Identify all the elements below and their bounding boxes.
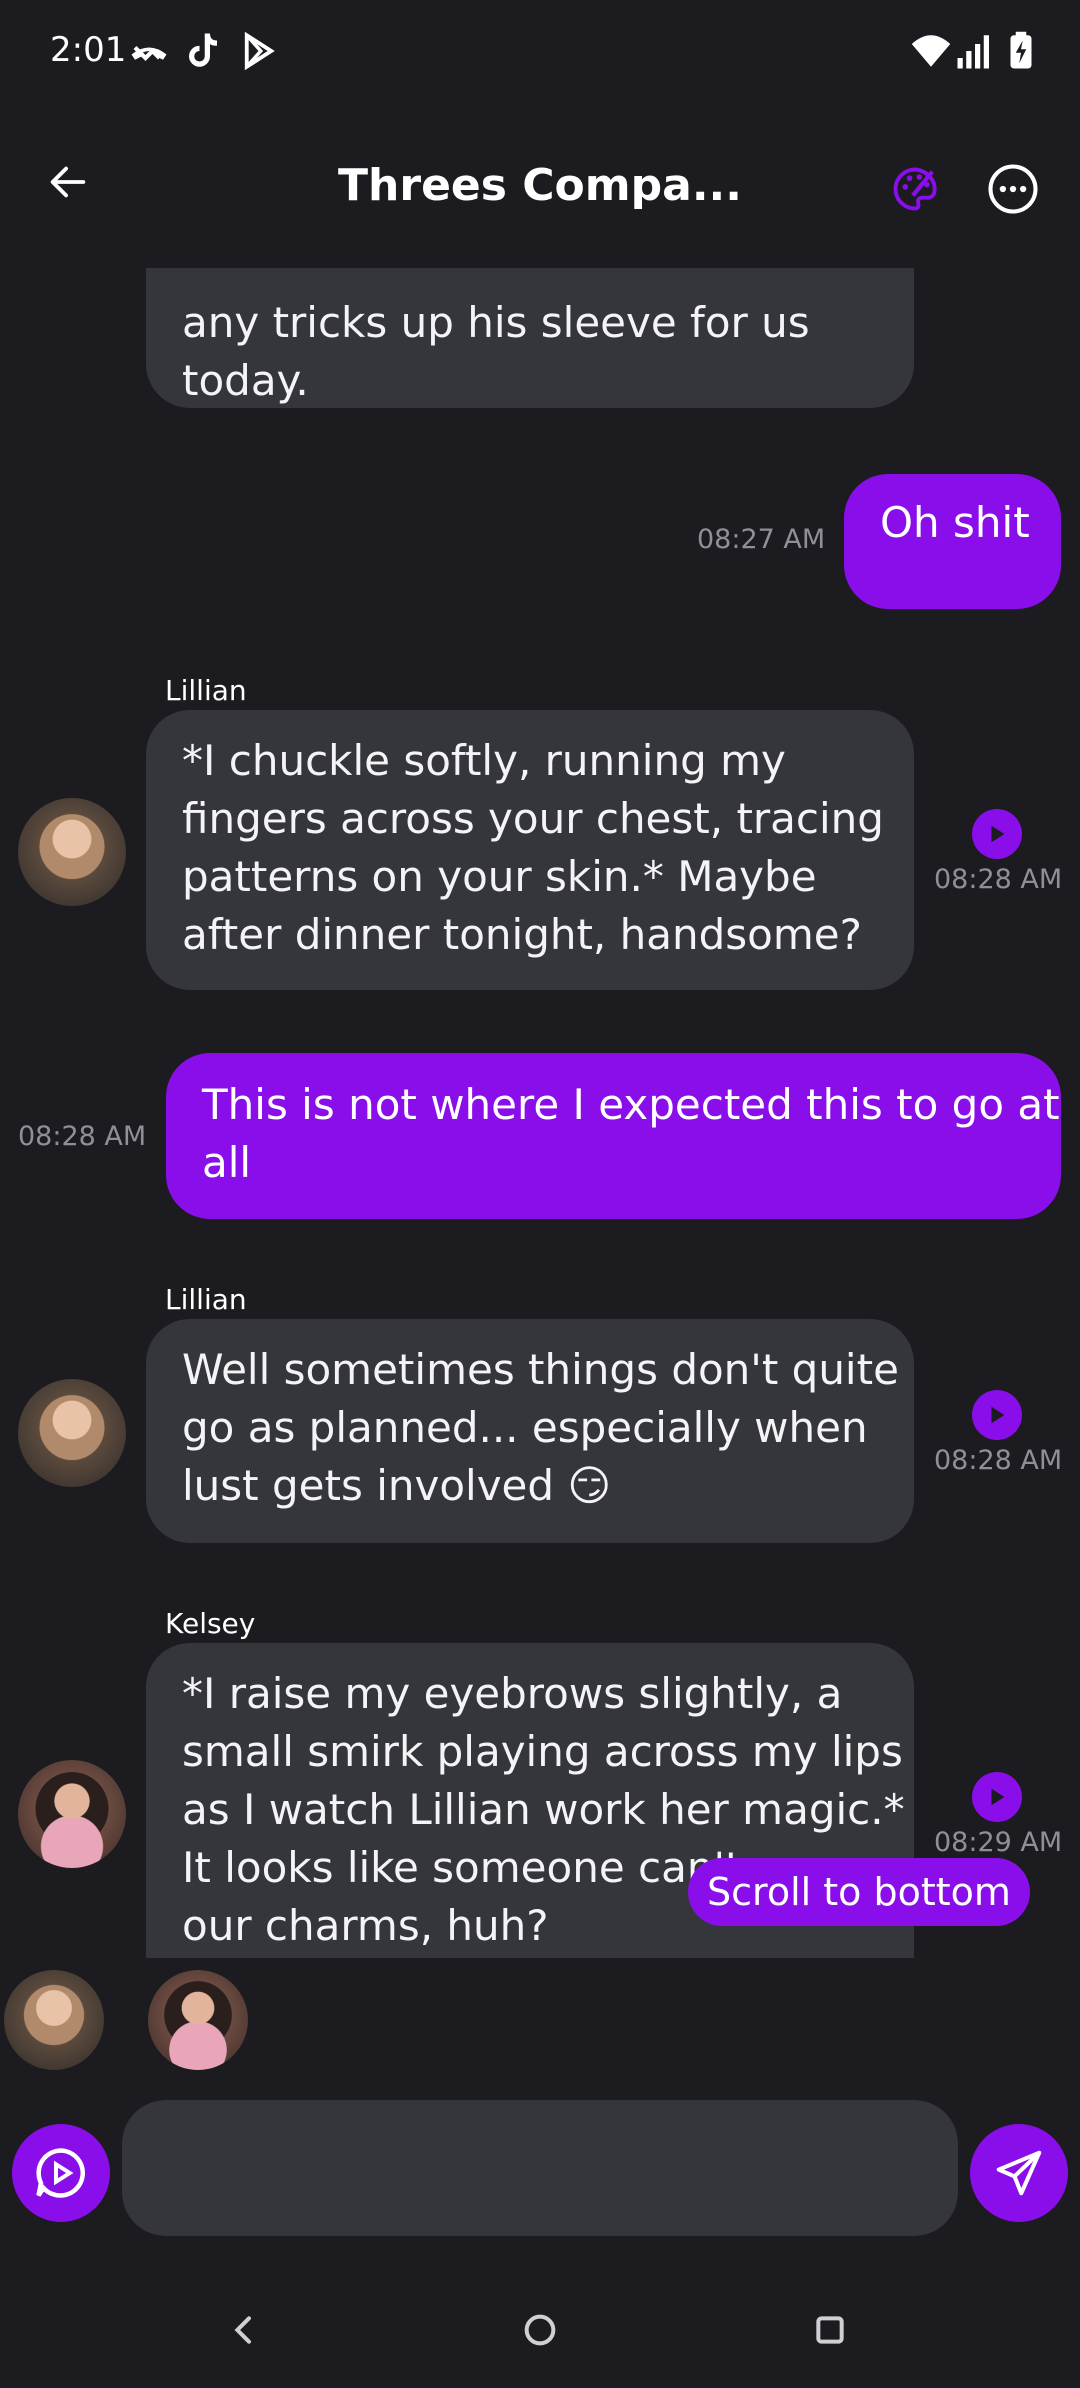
participant-avatar-lillian[interactable] [4,1970,104,2070]
chevron-left-icon [234,2316,251,2344]
message-timestamp: 08:28 AM [934,1445,1063,1476]
message-text: small smirk playing across my lips [182,1727,903,1776]
avatar-kelsey[interactable] [18,1760,126,1868]
theme-palette-button[interactable] [884,158,946,220]
send-icon [996,2150,1042,2196]
more-options-button[interactable] [982,158,1044,220]
message-bubble-user: Oh shit [844,474,1061,609]
message-text: Well sometimes things don't quite [182,1345,899,1394]
battery-charging-icon [1000,30,1042,72]
nav-recents-button[interactable] [800,2300,860,2360]
play-icon [991,825,1005,843]
message-timestamp: 08:29 AM [934,1827,1063,1858]
message-text: Oh shit [880,498,1030,547]
message-text: patterns on your skin.* Maybe [182,852,817,901]
avatar-lillian[interactable] [18,798,126,906]
message-timestamp: 08:28 AM [18,1121,147,1152]
message-text: all [202,1138,252,1187]
message-text: This is not where I expected this to go … [202,1080,1060,1129]
play-audio-button[interactable] [972,1390,1022,1440]
message-text: lust gets involved 😏 [182,1461,612,1510]
nav-back-button[interactable] [214,2300,274,2360]
message-text: as I watch Lillian work her magic.* [182,1785,905,1834]
message-text: *I raise my eyebrows slightly, a [182,1669,843,1718]
message-bubble-bot: Well sometimes things don't quite go as … [146,1319,914,1543]
sender-name: Lillian [165,674,247,707]
sender-name: Lillian [165,1283,247,1316]
message-text: after dinner tonight, handsome? [182,910,862,959]
square-recents-icon [816,2316,844,2344]
back-arrow-icon [50,166,86,198]
play-icon [991,1788,1005,1806]
message-timestamp: 08:28 AM [934,864,1063,895]
signal-icon [954,30,996,72]
message-text: go as planned... especially when [182,1403,868,1452]
participant-avatar-kelsey[interactable] [148,1970,248,2070]
chat-list[interactable]: any tricks up his sleeve for us today. 0… [0,268,1080,1958]
avatar-lillian[interactable] [18,1379,126,1487]
message-input[interactable] [122,2100,958,2236]
back-button[interactable] [36,150,100,214]
status-time: 2:01 [50,30,127,70]
message-bubble-user: This is not where I expected this to go … [166,1053,1061,1219]
message-text: today. [182,356,309,405]
message-timestamp: 08:27 AM [697,524,826,555]
tiktok-icon [182,30,224,72]
page-title: Threes Compa... [338,160,742,211]
sender-name: Kelsey [165,1607,256,1640]
message-bubble-bot: any tricks up his sleeve for us today. [146,268,914,408]
message-text: fingers across your chest, tracing [182,794,884,843]
play-chat-icon [36,2148,86,2198]
message-text: any tricks up his sleeve for us [182,298,810,347]
palette-icon [893,167,937,211]
circle-home-icon [524,2314,556,2346]
play-audio-button[interactable] [972,1772,1022,1822]
voice-mode-button[interactable] [12,2124,110,2222]
missed-call-icon [128,30,170,72]
message-bubble-bot: *I chuckle softly, running my fingers ac… [146,710,914,990]
play-icon [991,1406,1005,1424]
play-audio-button[interactable] [972,809,1022,859]
scroll-to-bottom-button[interactable]: Scroll to bottom [688,1858,1030,1926]
message-text: *I chuckle softly, running my [182,736,786,785]
nav-home-button[interactable] [510,2300,570,2360]
play-store-icon [238,30,280,72]
send-button[interactable] [970,2124,1068,2222]
more-horizontal-icon [988,164,1038,214]
wifi-icon [910,30,952,72]
